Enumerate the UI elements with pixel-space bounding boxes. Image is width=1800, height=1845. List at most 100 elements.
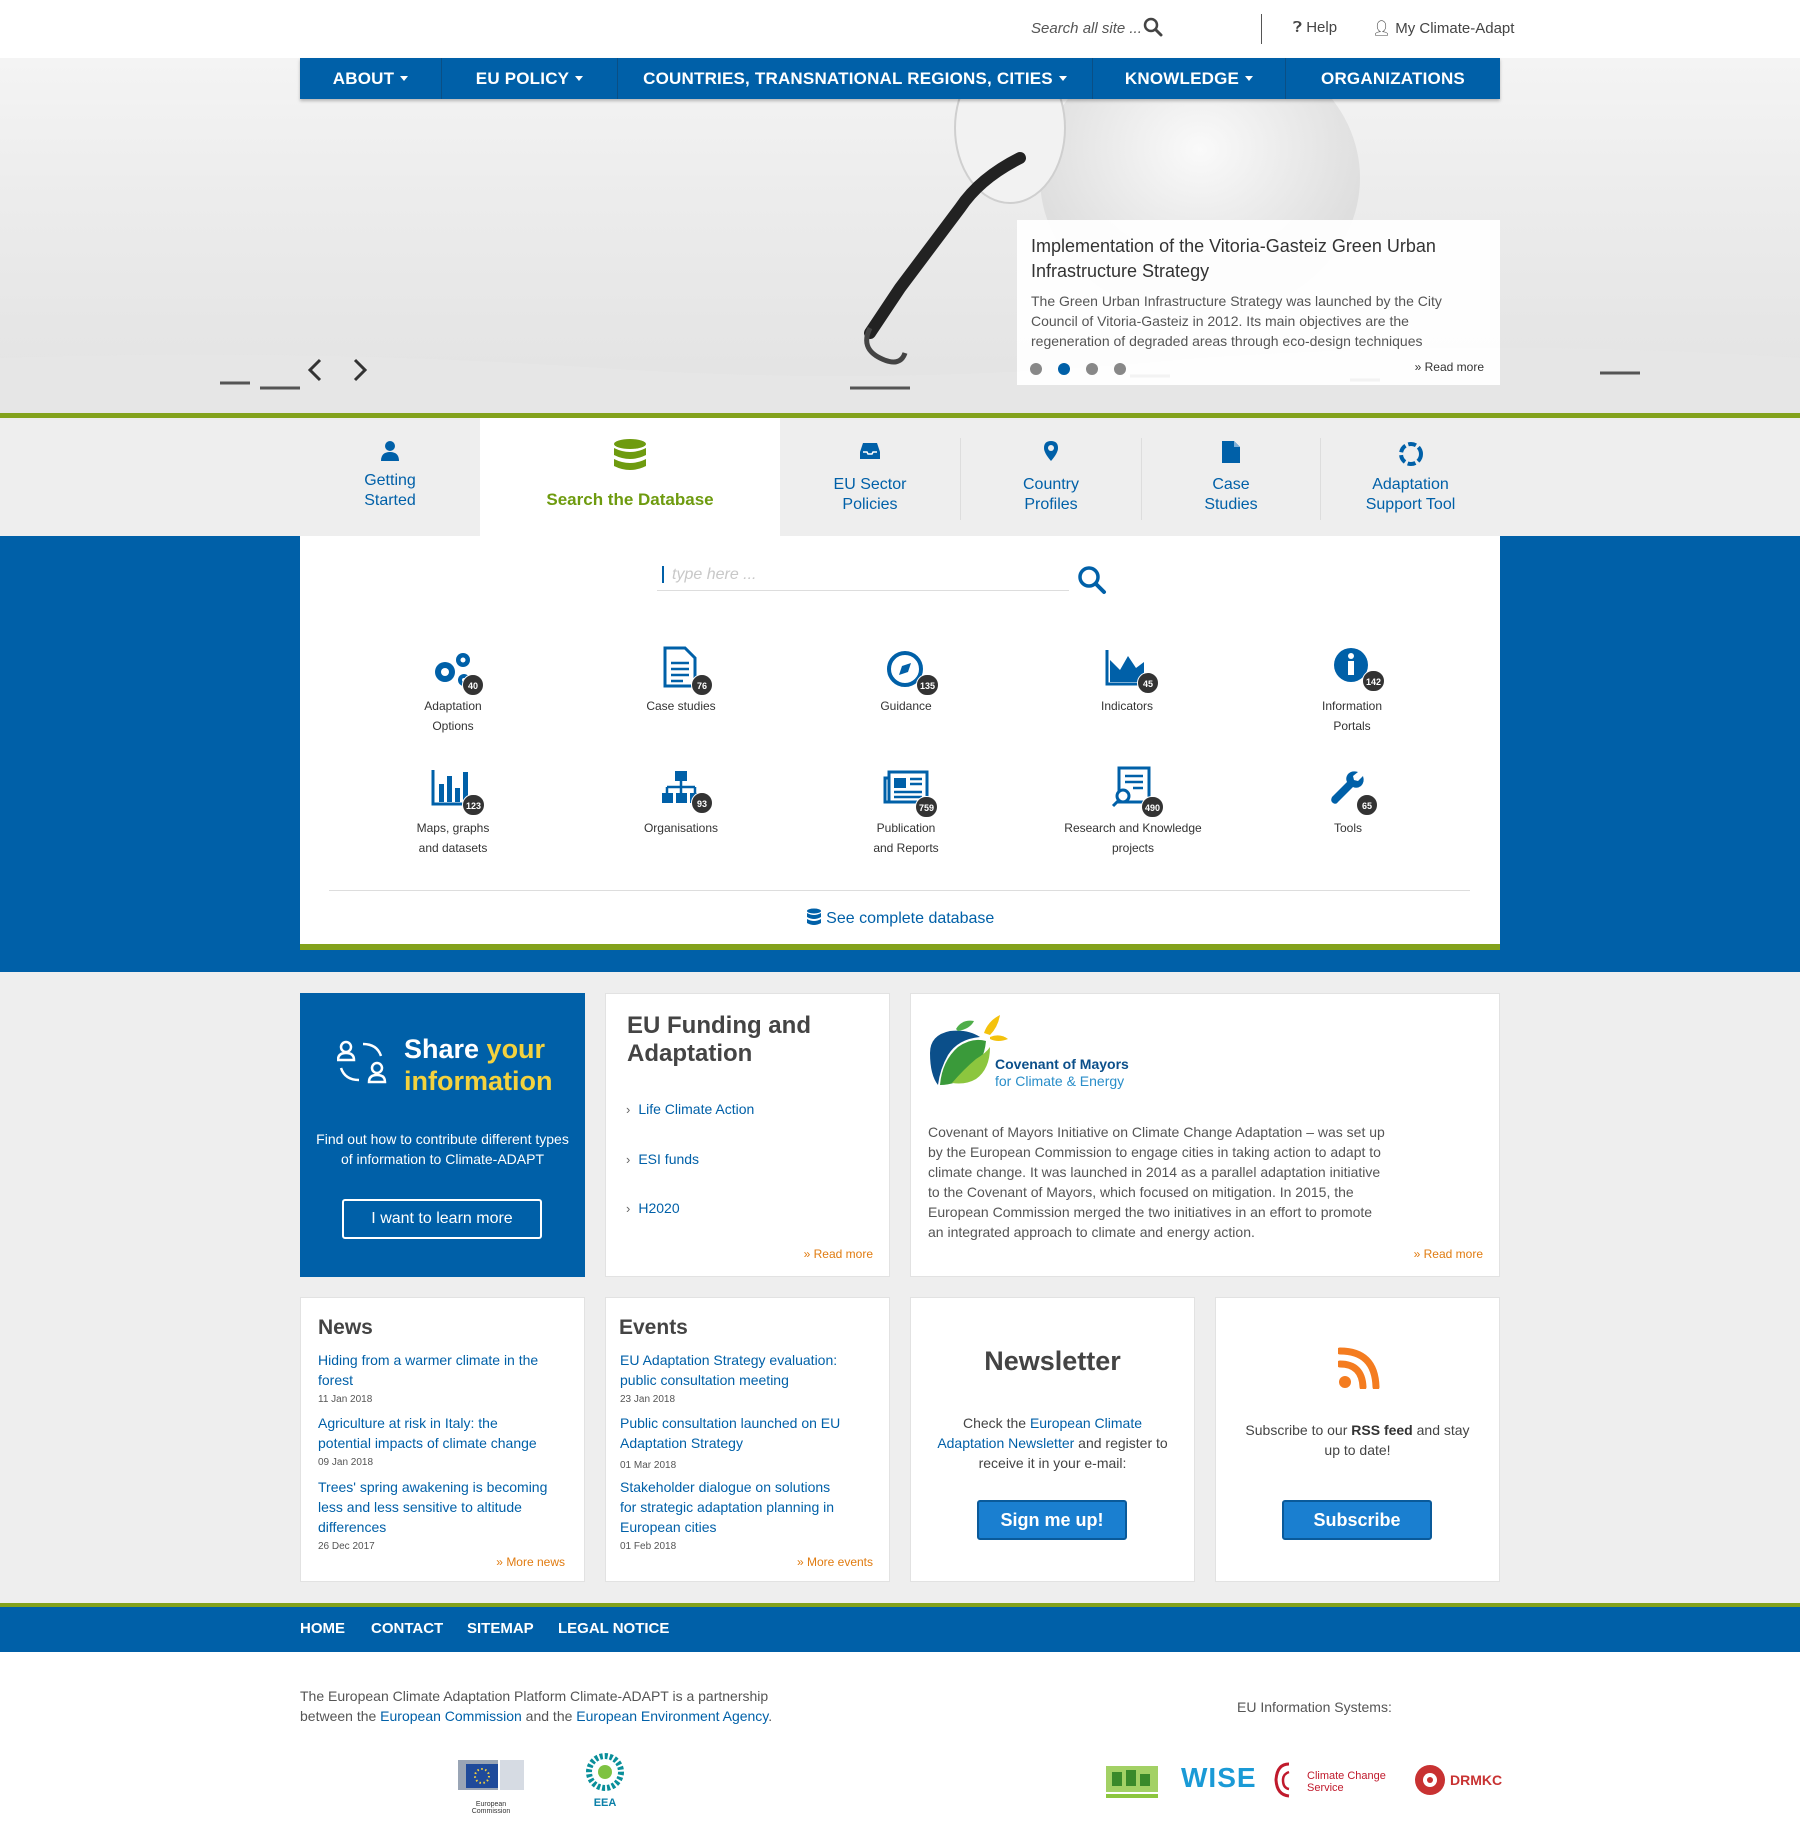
news-item-link[interactable]: Hiding from a warmer climate in the fore…: [318, 1350, 548, 1390]
search-icon[interactable]: [1143, 17, 1163, 42]
slide-dot-3[interactable]: [1086, 363, 1098, 375]
tab-case-studies[interactable]: Case Studies: [1142, 418, 1320, 536]
bise-logo[interactable]: [1104, 1762, 1160, 1802]
event-item-link[interactable]: EU Adaptation Strategy evaluation: publi…: [620, 1350, 850, 1390]
category-information-portals[interactable]: 142 Information Portals: [1277, 646, 1427, 736]
footer-sitemap-link[interactable]: SITEMAP: [467, 1620, 534, 1637]
category-guidance[interactable]: 135 Guidance: [831, 646, 981, 716]
subscribe-button[interactable]: Subscribe: [1282, 1500, 1432, 1540]
eea-emblem-icon: [586, 1753, 624, 1791]
slide-read-more-label: Read more: [1424, 360, 1484, 374]
nav-about[interactable]: ABOUT: [300, 58, 442, 99]
category-label: Information Portals: [1321, 699, 1383, 733]
ccs-logo-line1: Climate Change: [1307, 1770, 1386, 1782]
share-title-part1: Share: [404, 1034, 487, 1064]
eea-logo[interactable]: EEA: [580, 1752, 630, 1809]
tab-country-profiles[interactable]: Country Profiles: [961, 418, 1141, 536]
category-indicators[interactable]: 45 Indicators: [1052, 646, 1202, 716]
funding-link-life[interactable]: › Life Climate Action: [626, 1101, 754, 1117]
help-link[interactable]: ❓︎ Help: [1293, 19, 1337, 36]
database-icon: [806, 908, 821, 925]
category-research-projects[interactable]: 490 Research and Knowledge projects: [1058, 766, 1208, 858]
category-adaptation-options[interactable]: 40 Adaptation Options: [378, 646, 528, 736]
more-news-link[interactable]: » More news: [496, 1555, 565, 1569]
european-commission-logo[interactable]: European Commission: [456, 1756, 526, 1815]
divider: [329, 890, 1470, 891]
tab-getting-started[interactable]: Getting Started: [300, 418, 480, 536]
database-icon: [613, 438, 647, 482]
funding-link-h2020[interactable]: › H2020: [626, 1200, 680, 1216]
slide-read-more[interactable]: » Read more: [1415, 360, 1484, 374]
drmkc-logo-text: DRMKC: [1450, 1772, 1503, 1788]
nav-knowledge[interactable]: KNOWLEDGE: [1093, 58, 1286, 99]
funding-link-esi[interactable]: › ESI funds: [626, 1151, 699, 1167]
drmkc-logo[interactable]: DRMKC: [1414, 1764, 1504, 1800]
slide-dot-4[interactable]: [1114, 363, 1126, 375]
tab-eu-sector-policies[interactable]: EU Sector Policies: [780, 418, 960, 536]
database-search-input[interactable]: type here ...: [672, 566, 757, 584]
rss-feed-link[interactable]: RSS feed: [1351, 1422, 1412, 1438]
inbox-icon: [859, 442, 881, 466]
news-item-date: 11 Jan 2018: [318, 1394, 373, 1405]
covenant-read-more[interactable]: » Read more: [1414, 1247, 1483, 1261]
newsletter-text-before: Check the: [963, 1415, 1030, 1431]
info-icon: 142: [1322, 646, 1386, 696]
search-icon[interactable]: [1077, 565, 1107, 600]
slide-text: The Green Urban Infrastructure Strategy …: [1031, 293, 1442, 349]
slide-title[interactable]: Implementation of the Vitoria-Gasteiz Gr…: [1031, 234, 1461, 284]
category-maps-graphs-datasets[interactable]: 123 Maps, graphs and datasets: [378, 768, 528, 858]
my-account-link[interactable]: 👤︎ My Climate-Adapt: [1372, 19, 1514, 37]
footer-text-after: .: [768, 1708, 773, 1724]
document-icon: 76: [651, 646, 713, 696]
climate-change-service-logo[interactable]: Climate Change Service: [1273, 1762, 1393, 1802]
nav-knowledge-label: KNOWLEDGE: [1124, 68, 1240, 88]
category-publication-reports[interactable]: 759 Publication and Reports: [831, 768, 981, 858]
sign-me-up-button[interactable]: Sign me up!: [977, 1500, 1127, 1540]
see-complete-database-link[interactable]: See complete database: [300, 908, 1500, 928]
slide-dot-1[interactable]: [1030, 363, 1042, 375]
caret-down-icon: [400, 76, 409, 81]
rss-icon: [1338, 1347, 1380, 1389]
footer-home-link[interactable]: HOME: [300, 1620, 345, 1637]
funding-read-more[interactable]: » Read more: [804, 1247, 873, 1261]
european-commission-link[interactable]: European Commission: [380, 1708, 522, 1724]
tab-adaptation-support-tool[interactable]: Adaptation Support Tool: [1321, 418, 1500, 536]
category-organisations[interactable]: 93 Organisations: [606, 768, 756, 838]
wrench-icon: 65: [1318, 768, 1378, 818]
slide-dot-2[interactable]: [1058, 363, 1070, 375]
ec-emblem-icon: [458, 1760, 524, 1790]
slide-next-button[interactable]: [346, 352, 374, 388]
footer-legal-notice-link[interactable]: LEGAL NOTICE: [558, 1620, 669, 1637]
tab-search-database[interactable]: Search the Database: [480, 418, 780, 536]
count-badge: 759: [915, 796, 939, 818]
news-item-link[interactable]: Trees' spring awakening is becoming less…: [318, 1477, 548, 1537]
category-case-studies[interactable]: 76 Case studies: [606, 646, 756, 716]
site-search-input[interactable]: Search all site ...: [1031, 20, 1142, 37]
nav-countries[interactable]: COUNTRIES, TRANSNATIONAL REGIONS, CITIES: [618, 58, 1093, 99]
share-title-part2: your: [486, 1034, 546, 1064]
news-item-link[interactable]: Agriculture at risk in Italy: the potent…: [318, 1413, 548, 1453]
document-icon: [1221, 440, 1241, 470]
category-tools[interactable]: 65 Tools: [1273, 768, 1423, 838]
nav-organizations[interactable]: ORGANIZATIONS: [1286, 58, 1500, 99]
count-badge: 93: [691, 792, 713, 814]
rss-card: Subscribe to our RSS feed and stay up to…: [1215, 1297, 1500, 1582]
more-events-link[interactable]: » More events: [797, 1555, 873, 1569]
tab-adaptation-support-tool-label: Adaptation Support Tool: [1365, 476, 1456, 513]
footer-contact-link[interactable]: CONTACT: [371, 1620, 443, 1637]
newsletter-text: Check the European Climate Adaptation Ne…: [931, 1413, 1174, 1473]
wise-logo[interactable]: WISE: [1181, 1762, 1256, 1798]
eea-link[interactable]: European Environment Agency: [576, 1708, 768, 1724]
event-item-link[interactable]: Stakeholder dialogue on solutions for st…: [620, 1477, 850, 1537]
learn-more-button[interactable]: I want to learn more: [342, 1199, 542, 1239]
slide-prev-button[interactable]: [301, 352, 329, 388]
share-text: Find out how to contribute different typ…: [316, 1131, 569, 1167]
event-item-link[interactable]: Public consultation launched on EU Adapt…: [620, 1413, 850, 1453]
funding-title: EU Funding and Adaptation: [627, 1012, 811, 1067]
read-more-label: Read more: [813, 1247, 873, 1261]
ec-logo-text: European Commission: [471, 1801, 511, 1815]
nav-eu-policy[interactable]: EU POLICY: [442, 58, 618, 99]
area-chart-icon: 45: [1097, 646, 1159, 696]
count-badge: 76: [691, 674, 713, 696]
slide-caption: Implementation of the Vitoria-Gasteiz Gr…: [1017, 220, 1500, 385]
